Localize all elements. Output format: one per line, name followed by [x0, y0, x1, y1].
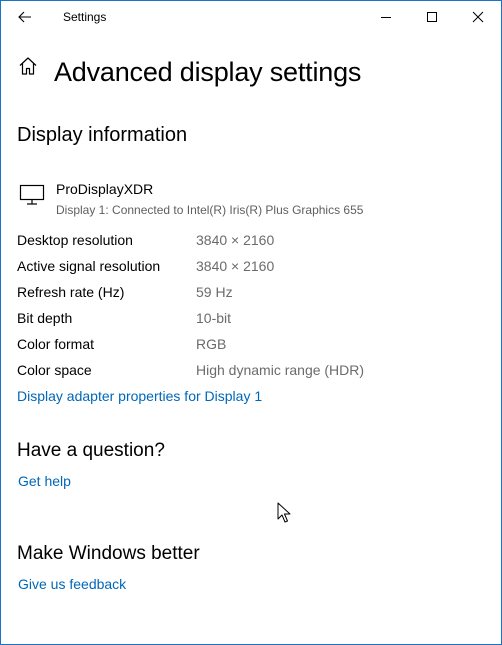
info-value: 3840 × 2160 [196, 258, 275, 274]
info-value: 3840 × 2160 [196, 232, 275, 248]
display-adapter-properties-link[interactable]: Display adapter properties for Display 1 [17, 388, 262, 404]
info-value: RGB [196, 336, 227, 352]
have-a-question-heading: Have a question? [17, 440, 165, 461]
info-label: Desktop resolution [17, 232, 133, 248]
info-row-color-format: Color format RGB [17, 336, 487, 356]
maximize-icon [427, 12, 437, 22]
info-row-bit-depth: Bit depth 10-bit [17, 310, 487, 330]
info-row-active-signal-resolution: Active signal resolution 3840 × 2160 [17, 258, 487, 278]
page-header [17, 55, 39, 77]
close-icon [472, 11, 484, 23]
app-title: Settings [63, 10, 107, 24]
display-information-heading: Display information [17, 124, 188, 146]
info-value: 59 Hz [196, 284, 233, 300]
make-windows-better-heading: Make Windows better [17, 543, 200, 564]
info-label: Color format [17, 336, 95, 352]
info-row-refresh-rate: Refresh rate (Hz) 59 Hz [17, 284, 487, 304]
close-button[interactable] [455, 1, 501, 33]
mouse-cursor-icon [277, 502, 291, 523]
minimize-button[interactable] [363, 1, 409, 33]
info-label: Active signal resolution [17, 258, 161, 274]
info-value: High dynamic range (HDR) [196, 362, 365, 378]
monitor-icon [19, 184, 45, 205]
get-help-link[interactable]: Get help [18, 473, 71, 489]
back-arrow-icon [18, 11, 31, 23]
info-value: 10-bit [196, 310, 232, 326]
back-button[interactable] [11, 5, 39, 29]
info-row-color-space: Color space High dynamic range (HDR) [17, 362, 487, 382]
info-label: Color space [17, 362, 92, 378]
title-bar: Settings [1, 1, 501, 33]
info-label: Refresh rate (Hz) [17, 284, 125, 300]
settings-window: Settings Advanced display settings Displ… [0, 0, 502, 645]
display-name: ProDisplayXDR [56, 181, 154, 197]
give-feedback-link[interactable]: Give us feedback [18, 576, 126, 592]
info-row-desktop-resolution: Desktop resolution 3840 × 2160 [17, 232, 487, 252]
info-label: Bit depth [17, 310, 73, 326]
minimize-icon [381, 17, 391, 18]
display-description: Display 1: Connected to Intel(R) Iris(R)… [56, 203, 364, 217]
home-button[interactable] [17, 55, 39, 77]
maximize-button[interactable] [409, 1, 455, 33]
home-icon [19, 57, 37, 75]
page-title: Advanced display settings [54, 57, 362, 87]
